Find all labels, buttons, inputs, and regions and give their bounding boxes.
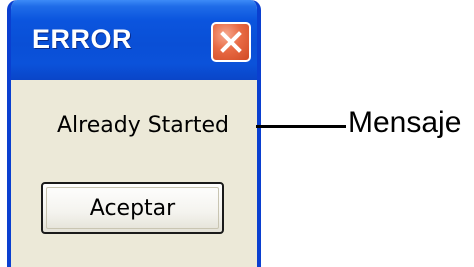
dialog-message: Already Started	[57, 113, 229, 138]
dialog-titlebar[interactable]: ERROR	[11, 0, 257, 80]
callout-leader-line	[256, 125, 346, 128]
accept-button-label: Aceptar	[89, 195, 176, 221]
callout-label: Mensaje	[348, 106, 462, 139]
error-dialog: ERROR Already Started Aceptar	[7, 0, 261, 267]
screenshot-stage: ERROR Already Started Aceptar Mensaje	[0, 0, 474, 267]
accept-button[interactable]: Aceptar	[41, 182, 224, 234]
dialog-title: ERROR	[32, 24, 133, 54]
close-icon	[220, 31, 242, 53]
close-button[interactable]	[211, 22, 251, 62]
